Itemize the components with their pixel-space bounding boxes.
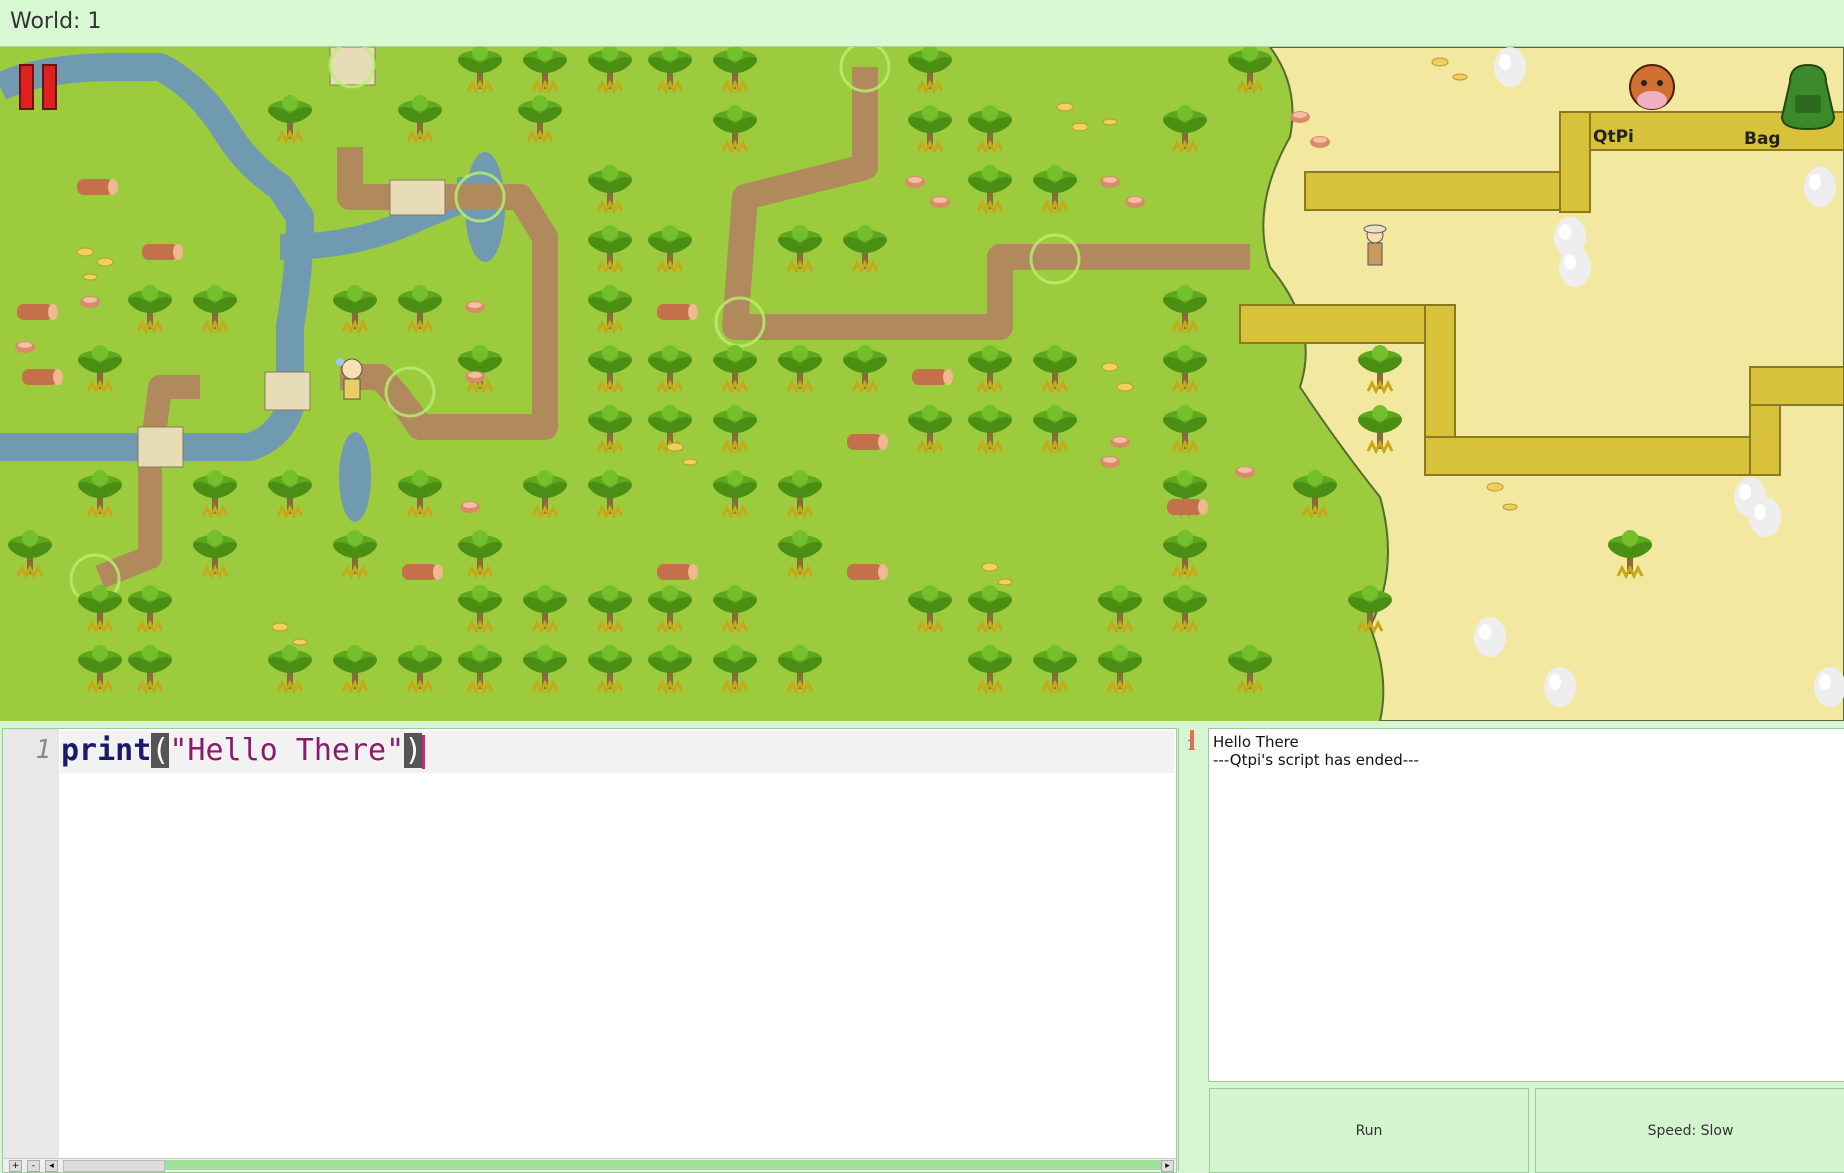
code-open-paren: ( — [151, 733, 170, 768]
code-string: "Hello There" — [169, 733, 405, 768]
zoom-in-button[interactable]: + — [9, 1160, 22, 1172]
console-line: Hello There — [1213, 733, 1299, 751]
code-line[interactable]: print("Hello There") — [61, 733, 426, 769]
output-console: Hello There ---Qtpi's script has ended--… — [1208, 728, 1844, 1082]
scroll-right-icon[interactable]: ▸ — [1161, 1160, 1174, 1172]
text-cursor — [422, 734, 426, 769]
line-number: 1 — [35, 735, 51, 765]
scrollbar-thumb[interactable] — [63, 1160, 165, 1172]
horizontal-scrollbar[interactable]: + - ◂ ▸ — [3, 1158, 1176, 1172]
console-gutter: 1 — [1178, 728, 1207, 1171]
code-function: print — [61, 733, 152, 768]
zoom-out-button[interactable]: - — [27, 1160, 40, 1172]
qtpi-label: QtPi — [1593, 127, 1634, 147]
window-title: World: 1 — [10, 9, 102, 34]
line-number-gutter: 1 — [3, 729, 59, 1159]
game-world-view[interactable]: QtPi Bag — [0, 47, 1844, 721]
error-marker — [1190, 730, 1194, 750]
speed-button[interactable]: Speed: Slow — [1535, 1088, 1844, 1173]
window-title-bar: World: 1 — [0, 0, 1844, 47]
bag-label: Bag — [1744, 129, 1781, 149]
world-map — [0, 47, 1844, 721]
qtpi-avatar-icon[interactable] — [1629, 64, 1675, 110]
code-editor[interactable]: 1 print("Hello There") + - ◂ ▸ — [2, 728, 1177, 1173]
run-button[interactable]: Run — [1209, 1088, 1529, 1173]
scroll-left-icon[interactable]: ◂ — [45, 1160, 58, 1172]
scrollbar-track[interactable] — [165, 1160, 1165, 1170]
console-line: ---Qtpi's script has ended--- — [1213, 751, 1419, 769]
code-close-paren: ) — [404, 733, 423, 768]
